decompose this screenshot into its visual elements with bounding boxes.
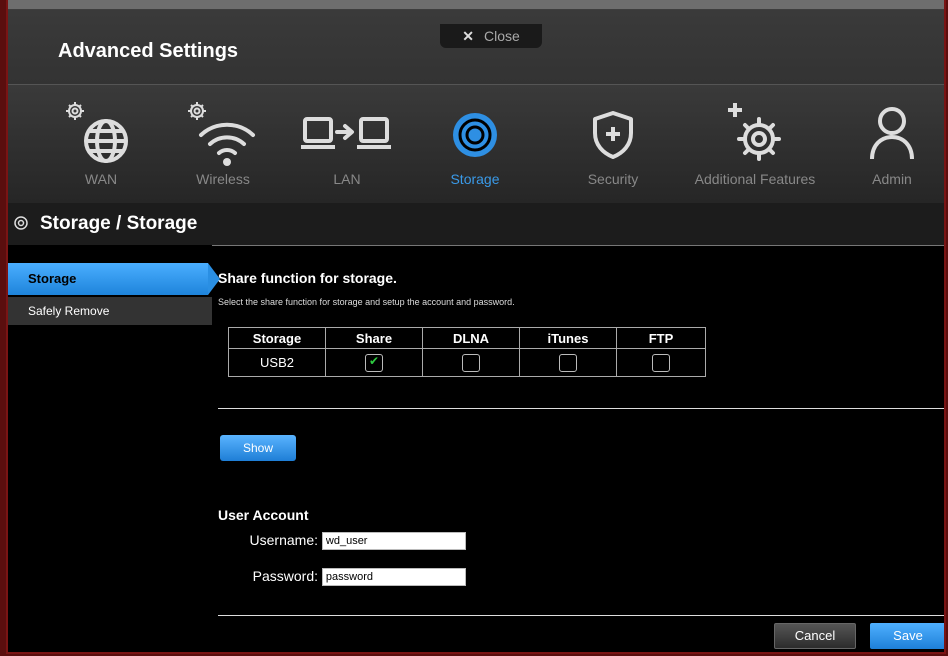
- table-header-row: Storage Share DLNA iTunes FTP: [228, 327, 706, 349]
- storage-disc-icon: [14, 216, 28, 230]
- col-header-ftp: FTP: [616, 327, 706, 349]
- col-header-storage: Storage: [228, 327, 326, 349]
- storage-name-cell: USB2: [228, 348, 326, 377]
- checkmark-icon: ✔: [369, 353, 380, 368]
- section-heading: Share function for storage.: [218, 270, 397, 286]
- nav-item-wireless[interactable]: Wireless: [168, 85, 278, 203]
- cancel-button[interactable]: Cancel: [774, 623, 856, 649]
- lan-computers-icon: [301, 117, 391, 149]
- gear-plus-icon: [728, 103, 781, 161]
- password-input[interactable]: [321, 568, 466, 587]
- nav-label-security: Security: [587, 171, 639, 187]
- password-row: Password:: [218, 568, 466, 587]
- page-title: Advanced Settings: [58, 40, 239, 62]
- close-icon: ✕: [462, 27, 474, 44]
- shield-plus-icon: [593, 111, 633, 159]
- section-description: Select the share function for storage an…: [218, 297, 515, 307]
- table-row: USB2 ✔: [228, 348, 706, 377]
- nav-item-additional-features[interactable]: Additional Features: [680, 85, 830, 203]
- nav-label-additional-features: Additional Features: [694, 171, 816, 187]
- breadcrumb-text: Storage / Storage: [40, 213, 198, 234]
- share-checkbox[interactable]: ✔: [365, 353, 383, 372]
- sidebar: Storage Safely Remove: [8, 245, 220, 652]
- wifi-gear-icon: [188, 102, 255, 166]
- col-header-itunes: iTunes: [519, 327, 617, 349]
- show-button[interactable]: Show: [220, 435, 296, 461]
- storage-disc-icon: [453, 113, 497, 157]
- user-account-title: User Account: [218, 507, 309, 523]
- divider: [218, 408, 944, 409]
- nav-item-storage[interactable]: Storage: [420, 85, 530, 203]
- category-nav: WAN Wireless LAN Storage Security Additi…: [8, 85, 944, 203]
- advanced-settings-window: Advanced Settings ✕ Close WAN Wireless L…: [6, 0, 946, 654]
- nav-label-admin: Admin: [872, 171, 912, 187]
- sidebar-item-storage[interactable]: Storage: [8, 263, 220, 295]
- nav-item-wan[interactable]: WAN: [46, 85, 156, 203]
- username-input[interactable]: [321, 532, 466, 551]
- nav-label-lan: LAN: [333, 171, 361, 187]
- nav-label-wan: WAN: [84, 171, 118, 187]
- password-label: Password:: [252, 568, 318, 584]
- divider: [218, 615, 944, 616]
- header-bar: Advanced Settings ✕ Close: [8, 0, 944, 85]
- itunes-cell: [519, 348, 617, 377]
- nav-item-security[interactable]: Security: [558, 85, 668, 203]
- dlna-cell: [422, 348, 520, 377]
- save-button[interactable]: Save: [870, 623, 944, 649]
- username-label: Username:: [249, 532, 318, 548]
- share-cell: ✔: [325, 348, 423, 377]
- itunes-checkbox[interactable]: [559, 353, 577, 372]
- col-header-share: Share: [325, 327, 423, 349]
- sidebar-item-safely-remove[interactable]: Safely Remove: [8, 297, 212, 325]
- main-panel: Share function for storage. Select the s…: [218, 245, 944, 652]
- nav-item-admin[interactable]: Admin: [850, 85, 934, 203]
- username-row: Username:: [218, 532, 466, 551]
- breadcrumb: Storage / Storage: [8, 203, 944, 246]
- person-icon: [870, 107, 914, 160]
- header-stripe: [8, 0, 944, 9]
- nav-label-wireless: Wireless: [196, 171, 250, 187]
- ftp-checkbox[interactable]: [652, 353, 670, 372]
- globe-gear-icon: [66, 102, 128, 163]
- close-label: Close: [483, 28, 520, 44]
- dlna-checkbox[interactable]: [462, 353, 480, 372]
- col-header-dlna: DLNA: [422, 327, 520, 349]
- ftp-cell: [616, 348, 706, 377]
- nav-item-lan[interactable]: LAN: [292, 85, 402, 203]
- close-button[interactable]: ✕ Close: [440, 24, 542, 48]
- share-table: Storage Share DLNA iTunes FTP USB2 ✔: [228, 327, 706, 377]
- nav-label-storage: Storage: [450, 171, 500, 187]
